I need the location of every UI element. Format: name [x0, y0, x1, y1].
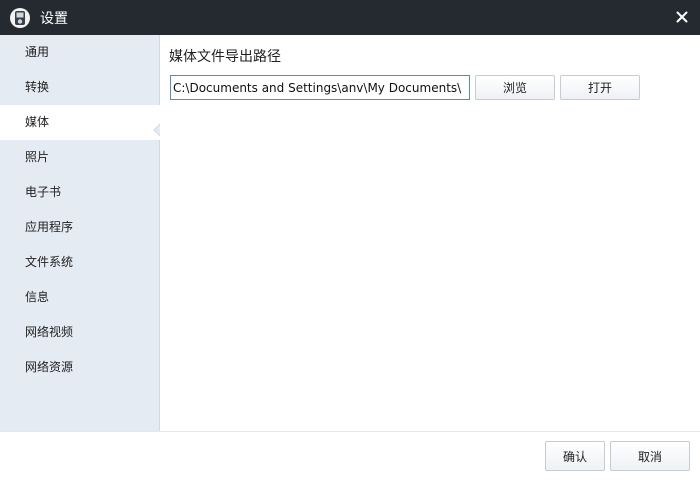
sidebar-item-filesystem[interactable]: 文件系统 — [0, 245, 159, 280]
sidebar-item-info[interactable]: 信息 — [0, 280, 159, 315]
sidebar-item-label: 网络视频 — [25, 325, 74, 339]
sidebar-item-label: 网络资源 — [25, 360, 74, 374]
sidebar-item-convert[interactable]: 转换 — [0, 70, 159, 105]
window-title: 设置 — [40, 10, 68, 27]
sidebar-item-media[interactable]: 媒体 — [0, 105, 162, 140]
sidebar-item-label: 照片 — [25, 150, 50, 164]
sidebar-item-general[interactable]: 通用 — [0, 35, 159, 70]
sidebar-item-label: 媒体 — [25, 115, 50, 129]
confirm-button[interactable]: 确认 — [545, 441, 605, 471]
title-bar: 设置 — [0, 0, 700, 35]
sidebar-item-label: 电子书 — [25, 185, 62, 199]
section-title: 媒体文件导出路径 — [169, 49, 281, 65]
sidebar-item-apps[interactable]: 应用程序 — [0, 210, 159, 245]
cancel-button[interactable]: 取消 — [610, 441, 690, 471]
open-button[interactable]: 打开 — [560, 75, 640, 100]
media-settings-panel: 媒体文件导出路径 浏览 打开 — [160, 35, 700, 431]
browse-button[interactable]: 浏览 — [475, 75, 555, 100]
sidebar-item-label: 转换 — [25, 80, 50, 94]
sidebar-item-online-resources[interactable]: 网络资源 — [0, 350, 159, 385]
export-path-input[interactable] — [170, 75, 470, 100]
sidebar-item-ebooks[interactable]: 电子书 — [0, 175, 159, 210]
sidebar-item-label: 应用程序 — [25, 220, 74, 234]
dialog-footer: 确认 取消 — [0, 431, 700, 480]
sidebar-item-online-video[interactable]: 网络视频 — [0, 315, 159, 350]
sidebar-item-label: 文件系统 — [25, 255, 74, 269]
sidebar-item-photos[interactable]: 照片 — [0, 140, 159, 175]
player-app-icon — [9, 7, 31, 29]
sidebar-item-label: 信息 — [25, 290, 50, 304]
settings-sidebar: 通用 转换 媒体 照片 电子书 应用程序 文件系统 信息 网络视频 网络资源 — [0, 35, 162, 431]
sidebar-item-label: 通用 — [25, 45, 50, 59]
close-icon[interactable] — [672, 7, 692, 27]
